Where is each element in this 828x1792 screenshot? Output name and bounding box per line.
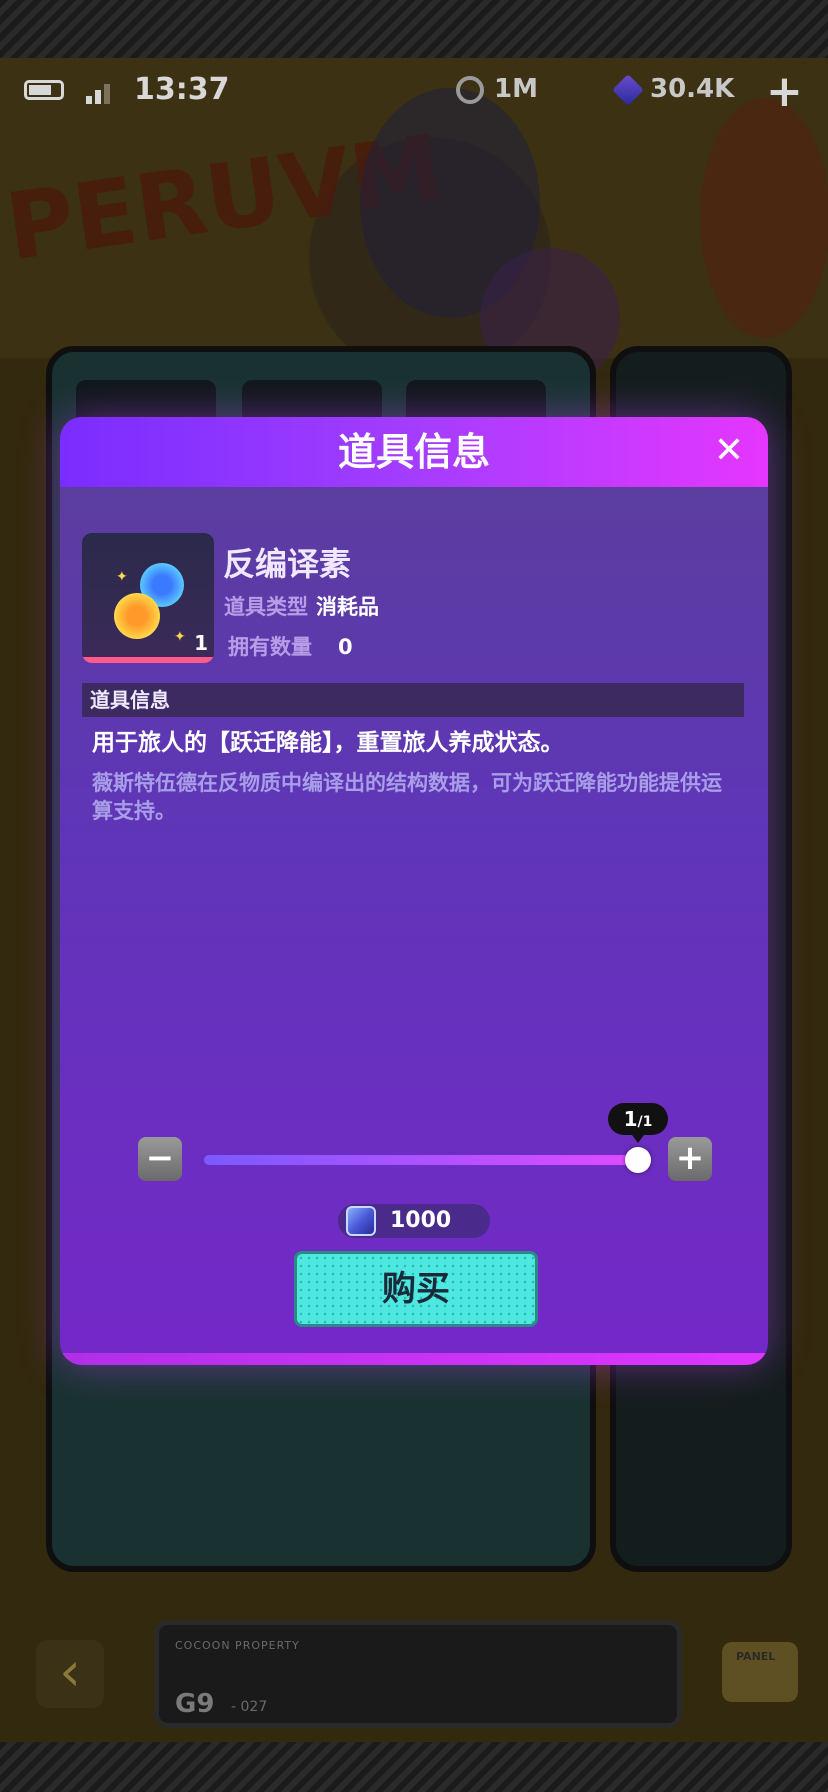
gem-cube-icon [612, 74, 644, 106]
cube-price-icon [346, 1206, 376, 1236]
item-icon-count: 1 [194, 631, 208, 655]
cocoon-code: G9 [175, 1689, 215, 1719]
item-icon: ✦ ✦ 1 [82, 533, 214, 663]
item-name: 反编译素 [223, 545, 352, 583]
price-value: 1000 [390, 1208, 452, 1233]
item-info-dialog: 道具信息 ✕ ✦ ✦ 1 反编译素 道具类型 消耗品 拥有数量 0 道具信息 用于旅… [60, 417, 768, 1365]
buy-button[interactable]: 购买 [294, 1251, 538, 1327]
slider-thumb[interactable] [625, 1147, 651, 1173]
owned-count-label: 拥有数量 [228, 635, 312, 659]
close-button[interactable]: ✕ [708, 431, 750, 473]
cocoon-label: COCOON PROPERTY [175, 1639, 300, 1652]
item-type-label: 道具类型 [224, 595, 308, 619]
owned-count-row: 拥有数量 0 [228, 631, 353, 661]
top-frame-bar [0, 0, 828, 58]
slider-fill [204, 1155, 638, 1165]
decrease-button[interactable]: − [138, 1137, 182, 1181]
increase-button[interactable]: + [668, 1137, 712, 1181]
quantity-tooltip: 1/1 [608, 1103, 668, 1143]
info-section-header: 道具信息 [82, 683, 744, 717]
quantity-current: 1 [623, 1107, 638, 1131]
orb-icon [114, 593, 160, 639]
dialog-title: 道具信息 [337, 430, 490, 474]
item-type-value: 消耗品 [316, 595, 379, 619]
panel-button[interactable]: PANEL [722, 1642, 798, 1702]
owned-count-value: 0 [338, 635, 353, 659]
bottom-frame-bar [0, 1742, 828, 1792]
item-type-row: 道具类型 消耗品 [224, 591, 379, 621]
battery-icon [24, 80, 64, 100]
sparkle-icon: ✦ [116, 569, 128, 585]
cocoon-property-panel: COCOON PROPERTY G9 - 027 [154, 1620, 682, 1728]
back-arrow-icon[interactable]: ‹ [36, 1640, 104, 1708]
quantity-max: /1 [637, 1114, 653, 1130]
info-flavor-text: 薇斯特伍德在反物质中编译出的结构数据，可为跃迁降能功能提供运算支持。 [92, 771, 722, 823]
info-description: 用于旅人的【跃迁降能】，重置旅人养成状态。 [92, 730, 564, 756]
signal-icon [86, 78, 116, 104]
gem-amount: 30.4K [650, 74, 735, 104]
add-currency-button[interactable]: + [766, 66, 803, 117]
coin-icon [456, 76, 484, 104]
quantity-stepper: − 1/1 + [60, 1103, 768, 1197]
dialog-footer-bar [60, 1353, 768, 1365]
coin-amount: 1M [494, 74, 538, 104]
quantity-slider[interactable]: 1/1 [204, 1103, 668, 1173]
price-tag: 1000 [338, 1204, 490, 1238]
sparkle-icon: ✦ [174, 629, 186, 645]
cocoon-sub: - 027 [231, 1699, 268, 1715]
panel-label: PANEL [736, 1650, 776, 1663]
status-bar: 13:37 1M 30.4K + [0, 66, 828, 117]
clock: 13:37 [134, 72, 230, 107]
